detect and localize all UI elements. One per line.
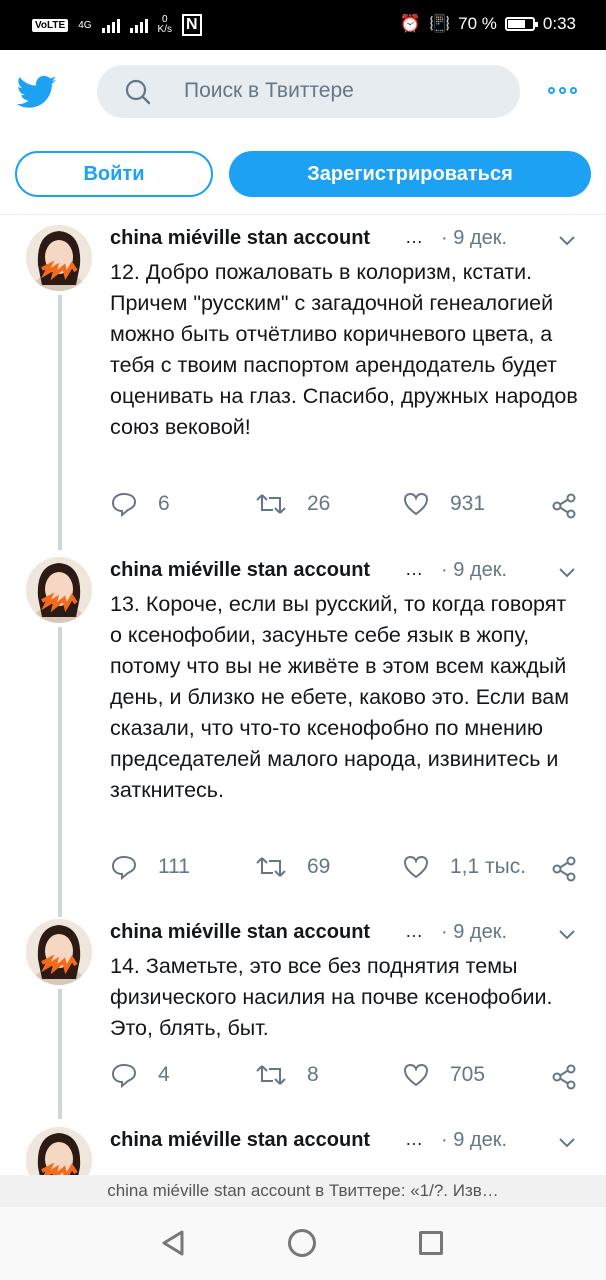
like-button[interactable]: 1,1 тыс.: [402, 853, 526, 881]
author-name[interactable]: china miéville stan account: [110, 1129, 370, 1152]
chevron-down-icon[interactable]: [556, 1131, 578, 1153]
page-title-bar: china miéville stan account в Твиттере: …: [0, 1175, 606, 1207]
search-icon: [125, 79, 151, 105]
retweet-count: 8: [307, 1063, 319, 1086]
alarm-icon: ⏰: [399, 14, 421, 33]
author-name[interactable]: china miéville stan account: [110, 227, 370, 250]
retweet-button[interactable]: 8: [255, 1061, 319, 1089]
name-ellipsis: …: [405, 1129, 423, 1149]
vibrate-icon: 📳: [428, 14, 451, 33]
tweet[interactable]: china miéville stan account … · 9 дек. 1…: [0, 909, 606, 1119]
share-icon[interactable]: [550, 1063, 578, 1091]
battery-icon: [504, 17, 538, 31]
name-ellipsis: …: [405, 559, 423, 579]
tweet-actions: 6 26 931: [110, 490, 580, 520]
chevron-down-icon[interactable]: [556, 561, 578, 583]
like-count: 1,1 тыс.: [450, 855, 527, 878]
tweet-text: 12. Добро пожаловать в колоризм, кстати.…: [110, 260, 578, 439]
like-button[interactable]: 931: [402, 490, 485, 518]
recent-apps-icon[interactable]: [419, 1231, 443, 1255]
auth-bar: Войти Зарегистрироваться: [0, 136, 606, 215]
reply-icon: [111, 492, 137, 518]
search-input[interactable]: Поиск в Твиттере: [97, 65, 520, 118]
avatar[interactable]: [26, 1127, 92, 1175]
battery-percent: 70 %: [458, 14, 497, 33]
tweet-actions: 111 69 1,1 тыс.: [110, 853, 580, 883]
retweet-count: 69: [307, 855, 331, 878]
heart-icon: [403, 492, 429, 516]
retweet-icon: [256, 494, 286, 514]
share-icon[interactable]: [550, 855, 578, 883]
avatar[interactable]: [26, 225, 92, 291]
signal-icon: [101, 17, 120, 33]
nfc-icon: N: [181, 14, 202, 36]
heart-icon: [403, 1063, 429, 1087]
network-speed: 0 K/s: [158, 15, 172, 35]
avatar-image: [26, 225, 92, 291]
battery-fill: [507, 20, 525, 28]
speed-unit: K/s: [157, 24, 172, 35]
avatar-image: [26, 557, 92, 623]
tweet-thread: china miéville stan account … · 9 дек. 1…: [0, 215, 606, 1175]
avatar[interactable]: [26, 919, 92, 985]
heart-icon: [403, 855, 429, 879]
tweet[interactable]: china miéville stan account … · 9 дек. 1…: [0, 215, 606, 547]
author-name[interactable]: china miéville stan account: [110, 559, 370, 582]
author-name[interactable]: china miéville stan account: [110, 921, 370, 944]
chevron-down-icon[interactable]: [556, 229, 578, 251]
search-placeholder: Поиск в Твиттере: [184, 79, 354, 102]
tweet-text: 14. Заметьте, это все без поднятия темы …: [110, 954, 553, 1040]
like-count: 705: [450, 1063, 486, 1086]
tweet-date[interactable]: · 9 дек.: [441, 921, 507, 944]
reply-icon: [111, 855, 137, 881]
like-count: 931: [450, 492, 486, 515]
retweet-count: 26: [307, 492, 331, 515]
tweet-text: 13. Короче, если вы русский, то когда го…: [110, 592, 570, 802]
name-ellipsis: …: [405, 921, 423, 941]
login-button[interactable]: Войти: [15, 151, 213, 197]
retweet-icon: [256, 1065, 286, 1085]
retweet-icon: [256, 857, 286, 877]
home-icon[interactable]: [288, 1229, 316, 1257]
volte-badge: VoLTE: [32, 18, 69, 32]
tweet-actions: 4 8 705: [110, 1061, 580, 1091]
avatar-image: [26, 919, 92, 985]
network-type: 4G: [78, 19, 92, 31]
twitter-logo-icon[interactable]: [14, 72, 60, 112]
reply-button[interactable]: 4: [110, 1061, 170, 1089]
reply-icon: [111, 1063, 137, 1089]
signup-button[interactable]: Зарегистрироваться: [229, 151, 591, 197]
chevron-down-icon[interactable]: [556, 923, 578, 945]
signal-icon-2: [129, 17, 148, 33]
like-button[interactable]: 705: [402, 1061, 485, 1089]
tweet-date[interactable]: · 9 дек.: [441, 559, 507, 582]
tweet[interactable]: china miéville stan account … · 9 дек.: [0, 1119, 606, 1175]
reply-count: 6: [158, 492, 170, 515]
reply-button[interactable]: 6: [110, 490, 170, 518]
status-bar: VoLTE 4G 0 K/s N ⏰ 📳 70 % 0:33: [0, 0, 606, 50]
avatar[interactable]: [26, 557, 92, 623]
tweet-date[interactable]: · 9 дек.: [441, 227, 507, 250]
system-navigation-bar: [0, 1207, 606, 1280]
app-header: Поиск в Твиттере: [0, 50, 606, 136]
avatar-image: [26, 1127, 92, 1175]
clock: 0:33: [542, 14, 576, 33]
tweet-date[interactable]: · 9 дек.: [441, 1129, 507, 1152]
share-icon[interactable]: [550, 492, 578, 520]
more-options-icon[interactable]: [548, 87, 577, 94]
reply-count: 111: [158, 855, 190, 878]
retweet-button[interactable]: 26: [255, 490, 330, 518]
tweet[interactable]: china miéville stan account … · 9 дек. 1…: [0, 547, 606, 909]
reply-button[interactable]: 111: [110, 853, 190, 881]
retweet-button[interactable]: 69: [255, 853, 330, 881]
reply-count: 4: [158, 1063, 170, 1086]
back-icon[interactable]: [160, 1229, 188, 1257]
name-ellipsis: …: [405, 227, 423, 247]
